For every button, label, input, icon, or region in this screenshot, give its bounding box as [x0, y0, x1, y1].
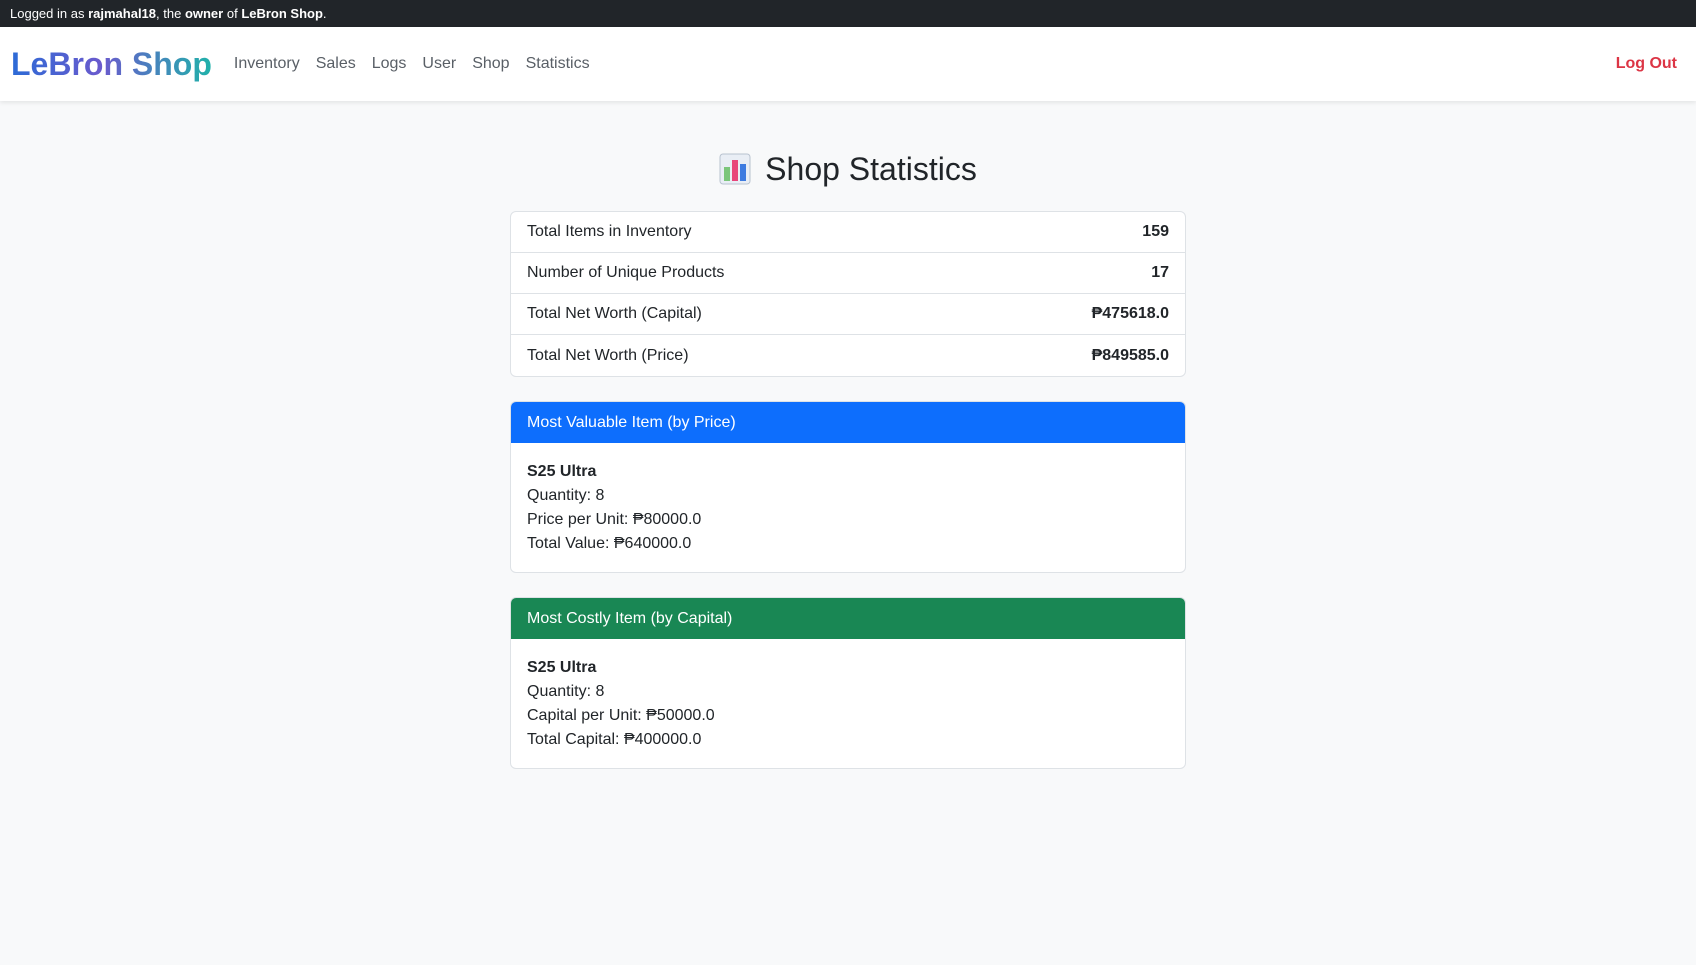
- item-quantity: Quantity: 8: [527, 683, 605, 700]
- stats-row-total-items: Total Items in Inventory 159: [511, 212, 1185, 253]
- most-costly-card: Most Costly Item (by Capital) S25 Ultra …: [510, 597, 1186, 769]
- stats-row-net-worth-capital: Total Net Worth (Capital) ₱475618.0: [511, 294, 1185, 335]
- login-role: owner: [184, 6, 224, 21]
- login-status-bar: Logged in as rajmahal18, the owner of Le…: [0, 0, 1696, 27]
- stats-value: ₱849585.0: [1091, 346, 1169, 364]
- login-middle: , the: [156, 6, 185, 21]
- stats-label: Total Net Worth (Price): [527, 346, 689, 364]
- login-username: rajmahal18: [88, 6, 157, 21]
- nav-link-sales[interactable]: Sales: [308, 55, 364, 73]
- item-name: S25 Ultra: [527, 463, 597, 480]
- logout-button[interactable]: Log Out: [1616, 55, 1677, 73]
- nav-link-logs[interactable]: Logs: [364, 55, 415, 73]
- login-suffix: .: [322, 6, 327, 21]
- item-total-capital: Total Capital: ₱400000.0: [527, 731, 702, 748]
- stats-value: ₱475618.0: [1091, 305, 1169, 322]
- item-capital-per-unit: Capital per Unit: ₱50000.0: [527, 707, 715, 724]
- login-of: of: [223, 6, 242, 21]
- stats-row-unique-products: Number of Unique Products 17: [511, 253, 1185, 294]
- login-prefix: Logged in as: [10, 6, 89, 21]
- stats-value: 17: [1151, 264, 1169, 281]
- bar-chart-icon: [719, 153, 751, 185]
- nav-link-shop[interactable]: Shop: [464, 55, 517, 73]
- page-title-row: Shop Statistics: [510, 149, 1186, 189]
- item-price-per-unit: Price per Unit: ₱80000.0: [527, 511, 702, 528]
- item-total-value: Total Value: ₱640000.0: [527, 535, 692, 552]
- most-costly-body: S25 Ultra Quantity: 8 Capital per Unit: …: [511, 639, 1185, 768]
- nav-link-statistics[interactable]: Statistics: [518, 55, 598, 73]
- nav-links: Inventory Sales Logs User Shop Statistic…: [226, 55, 598, 73]
- nav-link-inventory[interactable]: Inventory: [226, 55, 308, 73]
- stats-label: Number of Unique Products: [527, 264, 725, 281]
- page-title: Shop Statistics: [765, 150, 977, 187]
- brand-logo[interactable]: LeBron Shop: [11, 46, 212, 83]
- main-content: Shop Statistics Total Items in Inventory…: [510, 101, 1186, 769]
- most-valuable-card: Most Valuable Item (by Price) S25 Ultra …: [510, 401, 1186, 573]
- stats-label: Total Items in Inventory: [527, 223, 692, 240]
- item-quantity: Quantity: 8: [527, 487, 605, 504]
- stats-list: Total Items in Inventory 159 Number of U…: [510, 211, 1186, 377]
- most-valuable-body: S25 Ultra Quantity: 8 Price per Unit: ₱8…: [511, 443, 1185, 572]
- navbar: LeBron Shop Inventory Sales Logs User Sh…: [0, 27, 1696, 101]
- stats-label: Total Net Worth (Capital): [527, 305, 702, 322]
- item-name: S25 Ultra: [527, 659, 597, 676]
- login-shop: LeBron Shop: [241, 6, 323, 21]
- stats-row-net-worth-price: Total Net Worth (Price) ₱849585.0: [511, 335, 1185, 376]
- nav-link-user[interactable]: User: [414, 55, 464, 73]
- stats-value: 159: [1142, 223, 1169, 240]
- most-costly-header: Most Costly Item (by Capital): [511, 598, 1185, 639]
- most-valuable-header: Most Valuable Item (by Price): [511, 402, 1185, 443]
